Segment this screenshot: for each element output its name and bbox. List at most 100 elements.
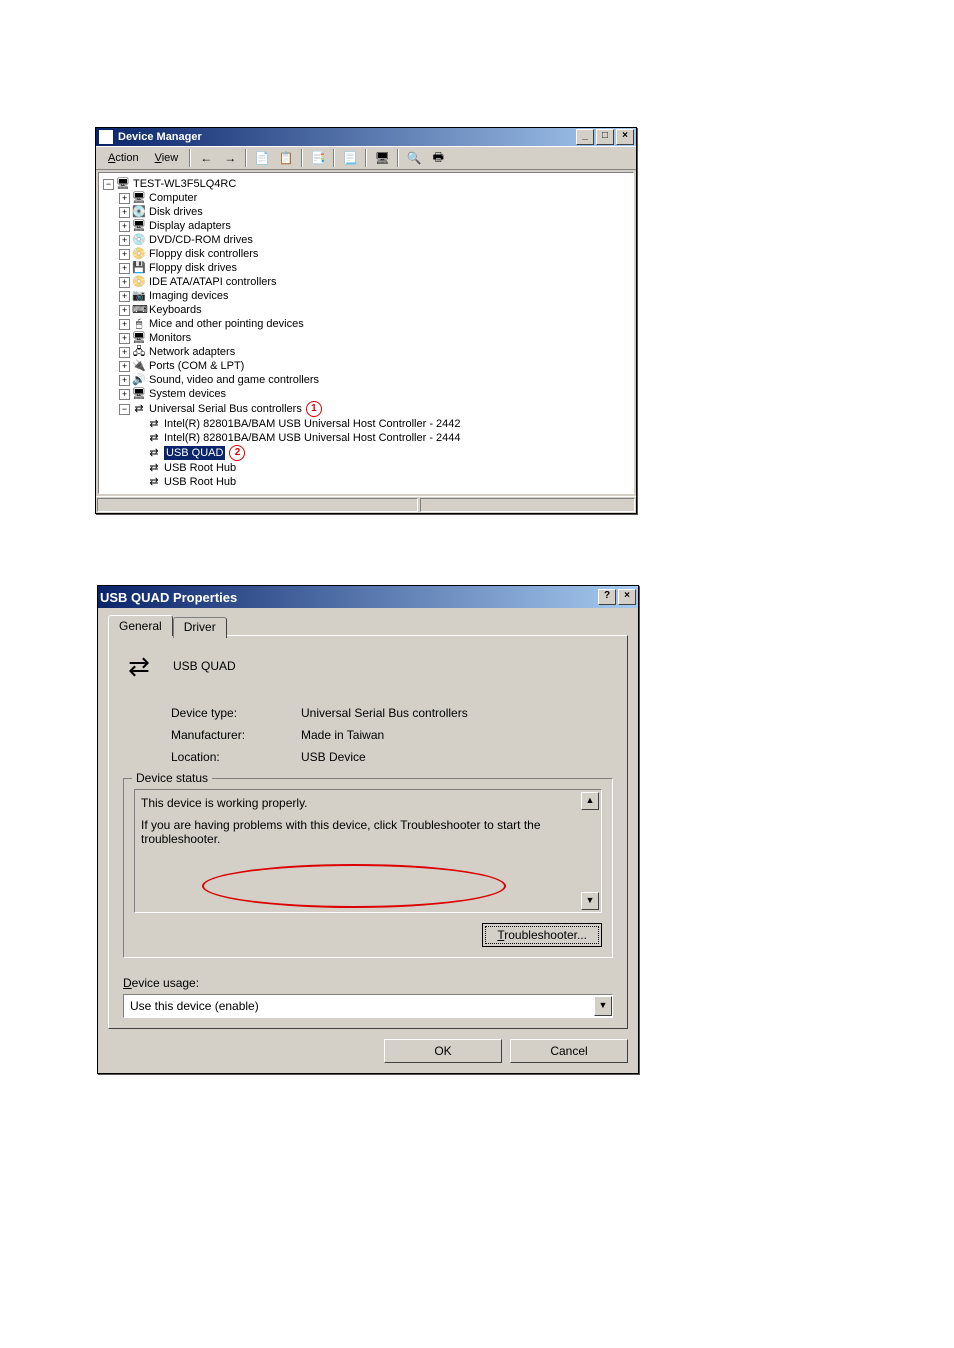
expand-icon[interactable]: + (119, 249, 130, 260)
maximize-button[interactable]: □ (596, 129, 614, 145)
window-title: Device Manager (118, 131, 202, 143)
expand-icon[interactable]: + (119, 319, 130, 330)
category-icon: 🖱 (132, 318, 146, 330)
expand-icon[interactable]: + (119, 193, 130, 204)
tree-category-usb[interactable]: − ⇄ Universal Serial Bus controllers 1 (101, 401, 631, 417)
tree-item[interactable]: ⇄USB Root Hub (101, 461, 631, 475)
location-label: Location: (171, 750, 301, 764)
menu-action[interactable]: Action (100, 150, 147, 166)
refresh-icon[interactable]: 📃 (339, 147, 361, 169)
close-button[interactable]: × (618, 589, 636, 605)
device-usage-label: Device usage: (123, 976, 613, 990)
tab-driver[interactable]: Driver (173, 617, 227, 638)
device-status-text: This device is working properly. If you … (134, 789, 602, 913)
tree-label: Network adapters (149, 345, 235, 359)
tree-category[interactable]: +🔊Sound, video and game controllers (101, 373, 631, 387)
scroll-up-icon[interactable]: ▲ (581, 792, 599, 810)
close-button[interactable]: × (616, 129, 634, 145)
tree-category[interactable]: +💾Floppy disk drives (101, 261, 631, 275)
usb-quad-properties-window: USB QUAD Properties ? × General Driver ⇄… (97, 585, 639, 1074)
expand-icon[interactable]: + (119, 361, 130, 372)
computer-icon: 🖥 (116, 178, 130, 190)
tree-category[interactable]: +🖥Display adapters (101, 219, 631, 233)
tree-label: Universal Serial Bus controllers (149, 402, 302, 416)
tree-label: Floppy disk controllers (149, 247, 258, 261)
tree-category[interactable]: +📀Floppy disk controllers (101, 247, 631, 261)
forward-icon[interactable]: → (219, 147, 241, 169)
tree-category[interactable]: +📀IDE ATA/ATAPI controllers (101, 275, 631, 289)
remove-icon[interactable]: 🖥 (371, 147, 393, 169)
expand-icon[interactable]: + (119, 347, 130, 358)
collapse-icon[interactable]: − (119, 404, 130, 415)
titlebar[interactable]: Device Manager _ □ × (96, 128, 636, 146)
tree-label: USB Root Hub (164, 461, 236, 475)
expand-icon[interactable]: + (119, 333, 130, 344)
collapse-icon[interactable]: − (103, 179, 114, 190)
device-status-legend: Device status (132, 771, 212, 785)
manufacturer-label: Manufacturer: (171, 728, 301, 742)
usb-icon: ⇄ (132, 403, 146, 415)
show-hidden-icon[interactable]: 📋 (275, 147, 297, 169)
device-manager-window: Device Manager _ □ × Action View ← → 📄 📋… (95, 127, 637, 514)
location-value: USB Device (301, 750, 366, 764)
category-icon: 💽 (132, 206, 146, 218)
titlebar[interactable]: USB QUAD Properties ? × (98, 586, 638, 608)
expand-icon[interactable]: + (119, 207, 130, 218)
category-icon: ⌨ (132, 304, 146, 316)
tree-item[interactable]: ⇄USB QUAD2 (101, 445, 631, 461)
properties-icon[interactable]: 📑 (307, 147, 329, 169)
expand-icon[interactable]: + (119, 263, 130, 274)
tree-category[interactable]: +🖥System devices (101, 387, 631, 401)
cancel-button[interactable]: Cancel (510, 1039, 628, 1063)
ok-button[interactable]: OK (384, 1039, 502, 1063)
app-icon (98, 129, 114, 145)
category-icon: 📀 (132, 276, 146, 288)
tree-category[interactable]: +📷Imaging devices (101, 289, 631, 303)
tree-category[interactable]: +🖧Network adapters (101, 345, 631, 359)
status-line-2: If you are having problems with this dev… (141, 818, 595, 846)
tree-label: Display adapters (149, 219, 231, 233)
scan-hardware-icon[interactable]: 🔍 (403, 147, 425, 169)
device-type-value: Universal Serial Bus controllers (301, 706, 468, 720)
up-tree-icon[interactable]: 📄 (251, 147, 273, 169)
tree-category[interactable]: +🖱Mice and other pointing devices (101, 317, 631, 331)
troubleshooter-button[interactable]: Troubleshooter... (482, 923, 602, 947)
expand-icon[interactable]: + (119, 291, 130, 302)
expand-icon[interactable]: + (119, 305, 130, 316)
tab-general[interactable]: General (108, 615, 173, 636)
back-icon[interactable]: ← (195, 147, 217, 169)
minimize-button[interactable]: _ (576, 129, 594, 145)
annotation-1: 1 (306, 401, 322, 417)
category-icon: 🔌 (132, 360, 146, 372)
expand-icon[interactable]: + (119, 221, 130, 232)
scroll-down-icon[interactable]: ▼ (581, 892, 599, 910)
tree-category[interactable]: +💿DVD/CD-ROM drives (101, 233, 631, 247)
tree-category[interactable]: +⌨Keyboards (101, 303, 631, 317)
tree-category[interactable]: +💽Disk drives (101, 205, 631, 219)
tree-category[interactable]: +🖥Computer (101, 191, 631, 205)
category-icon: 🖥 (132, 192, 146, 204)
category-icon: 🖥 (132, 388, 146, 400)
print-icon[interactable]: 🖶 (427, 147, 449, 169)
expand-icon[interactable]: + (119, 235, 130, 246)
tree-category[interactable]: +🖥Monitors (101, 331, 631, 345)
chevron-down-icon[interactable]: ▼ (594, 996, 612, 1016)
tree-item[interactable]: ⇄Intel(R) 82801BA/BAM USB Universal Host… (101, 431, 631, 445)
menu-view[interactable]: View (147, 150, 187, 166)
tree-label: DVD/CD-ROM drives (149, 233, 253, 247)
device-usage-combo[interactable]: Use this device (enable) ▼ (123, 994, 613, 1018)
usb-device-icon: ⇄ (147, 432, 161, 444)
tree-item[interactable]: ⇄USB Root Hub (101, 475, 631, 489)
tree-label: Ports (COM & LPT) (149, 359, 244, 373)
expand-icon[interactable]: + (119, 277, 130, 288)
help-button[interactable]: ? (598, 589, 616, 605)
tree-root[interactable]: − 🖥 TEST-WL3F5LQ4RC (101, 177, 631, 191)
expand-icon[interactable]: + (119, 389, 130, 400)
usb-device-icon: ⇄ (123, 650, 155, 682)
device-tree[interactable]: − 🖥 TEST-WL3F5LQ4RC +🖥Computer+💽Disk dri… (98, 172, 634, 494)
usb-device-icon: ⇄ (147, 476, 161, 488)
tree-item[interactable]: ⇄Intel(R) 82801BA/BAM USB Universal Host… (101, 417, 631, 431)
tree-label: IDE ATA/ATAPI controllers (149, 275, 277, 289)
expand-icon[interactable]: + (119, 375, 130, 386)
tree-category[interactable]: +🔌Ports (COM & LPT) (101, 359, 631, 373)
